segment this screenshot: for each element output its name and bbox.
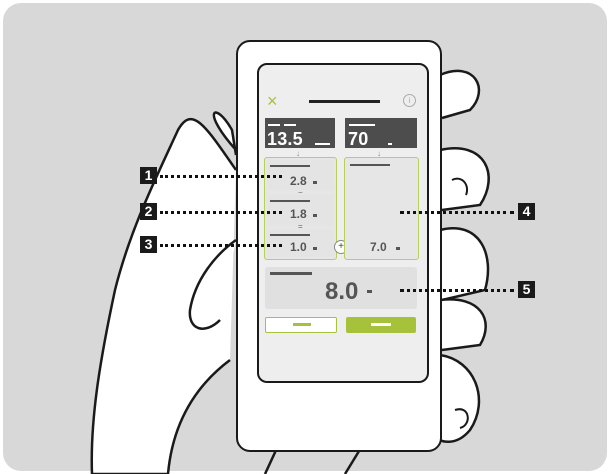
- unit-bar: [396, 247, 400, 250]
- result-value: 8.0: [325, 278, 359, 305]
- right-panel-value: 7.0: [370, 240, 387, 254]
- component-value: 2.8: [290, 174, 307, 188]
- unit-bar: [367, 290, 372, 293]
- callout-5: 5: [518, 281, 535, 298]
- total-value-box[interactable]: 13.5: [265, 118, 335, 149]
- unit-bar: [313, 247, 317, 250]
- percentage-value: 70: [348, 129, 369, 149]
- label-bar: [349, 124, 375, 126]
- unit-bar: [313, 214, 317, 217]
- unit-bar: [388, 143, 392, 145]
- unit-bar: [313, 181, 317, 184]
- leader-line-1: [160, 175, 282, 178]
- component-value: 1.8: [290, 207, 307, 221]
- callout-3: 3: [140, 236, 157, 253]
- component-value: 1.0: [290, 240, 307, 254]
- component-item-2[interactable]: 1.8: [267, 195, 334, 225]
- callout-1: 1: [140, 167, 157, 184]
- result-box[interactable]: 8.0: [265, 267, 417, 309]
- confirm-button[interactable]: [346, 317, 416, 333]
- label-bar: [270, 272, 312, 275]
- label-bar: [270, 200, 310, 202]
- total-value: 13.5: [267, 129, 303, 149]
- callout-4: 4: [518, 203, 535, 220]
- label-bar: [270, 234, 310, 236]
- info-icon[interactable]: i: [403, 94, 416, 107]
- button-label-bar: [293, 323, 311, 326]
- unit-bar: [315, 143, 330, 145]
- label-bar: [270, 165, 310, 167]
- percentage-value-box[interactable]: 70: [345, 118, 417, 149]
- button-label-bar: [371, 323, 391, 326]
- label-bar: [268, 124, 280, 126]
- title-placeholder-bar: [309, 100, 380, 103]
- leader-line-3: [160, 244, 282, 247]
- leader-line-4: [400, 211, 514, 214]
- label-bar: [284, 124, 296, 126]
- cancel-button[interactable]: [265, 317, 337, 333]
- close-icon[interactable]: ×: [267, 92, 278, 110]
- label-bar: [350, 164, 390, 166]
- leader-line-5: [400, 289, 514, 292]
- leader-line-2: [160, 211, 282, 214]
- right-panel[interactable]: 7.0: [344, 157, 419, 260]
- callout-2: 2: [140, 203, 157, 220]
